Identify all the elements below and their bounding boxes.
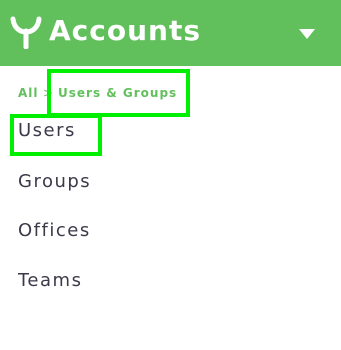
breadcrumb-all-link[interactable]: All: [18, 85, 39, 101]
breadcrumb-current[interactable]: Users & Groups: [58, 85, 177, 101]
nav-item-users[interactable]: Users: [18, 119, 76, 143]
app-title: Accounts: [49, 14, 202, 47]
sprout-icon: [10, 16, 42, 49]
app-header: Accounts: [0, 0, 341, 66]
nav-item-groups[interactable]: Groups: [18, 170, 91, 194]
caret-down-icon[interactable]: [299, 29, 315, 39]
nav-item-teams[interactable]: Teams: [18, 269, 82, 293]
nav-item-offices[interactable]: Offices: [18, 219, 91, 243]
